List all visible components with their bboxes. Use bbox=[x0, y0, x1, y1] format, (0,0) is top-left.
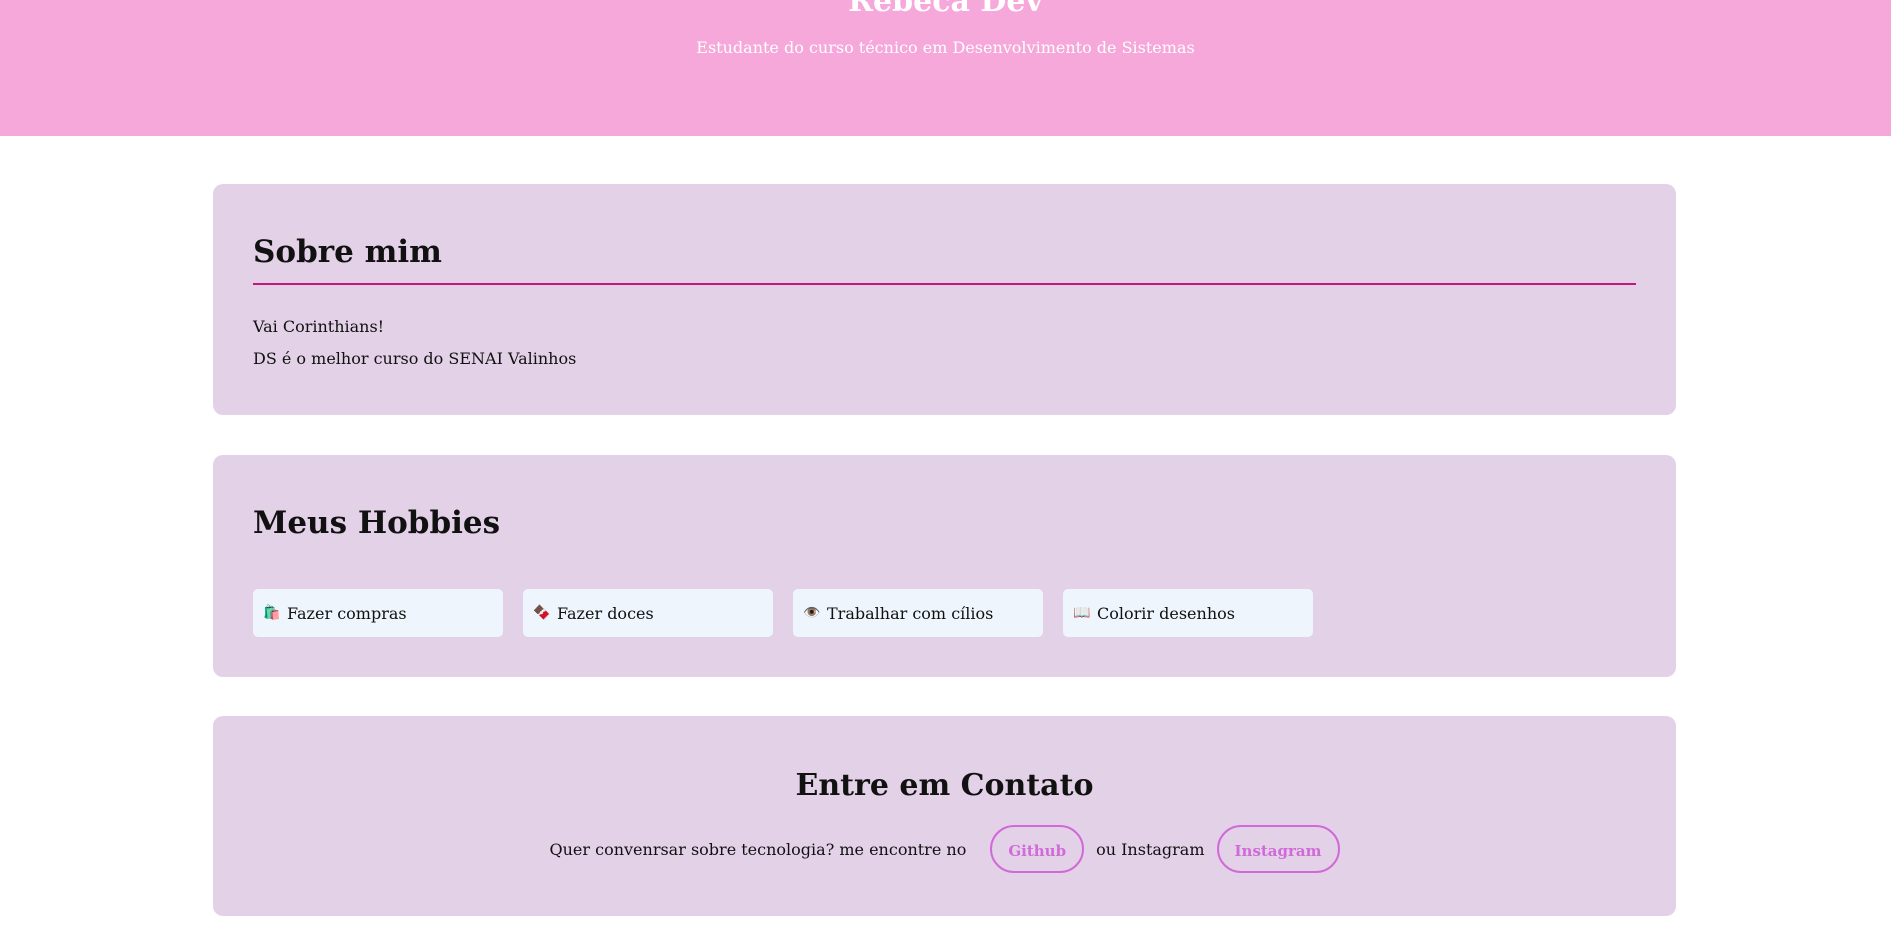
hobby-item: 📖 Colorir desenhos bbox=[1063, 589, 1313, 637]
about-divider bbox=[253, 283, 1636, 285]
chocolate-icon: 🍫 bbox=[533, 605, 551, 621]
shopping-bag-icon: 🛍️ bbox=[263, 605, 281, 621]
hobby-item: 👁️ Trabalhar com cílios bbox=[793, 589, 1043, 637]
contact-text-middle: ou Instagram bbox=[1096, 839, 1205, 859]
hobby-label: Fazer doces bbox=[557, 603, 654, 623]
hobby-label: Trabalhar com cílios bbox=[827, 603, 994, 623]
book-icon: 📖 bbox=[1073, 605, 1091, 621]
hobby-item: 🛍️ Fazer compras bbox=[253, 589, 503, 637]
hero-header: Rebeca Dev Estudante do curso técnico em… bbox=[0, 0, 1891, 136]
instagram-link[interactable]: Instagram bbox=[1216, 825, 1340, 873]
about-text-line: Vai Corinthians! bbox=[253, 317, 385, 336]
contact-text-before: Quer convenrsar sobre tecnologia? me enc… bbox=[549, 839, 967, 859]
hero-title: Rebeca Dev bbox=[848, 0, 1043, 19]
hobby-item: 🍫 Fazer doces bbox=[523, 589, 773, 637]
hobbies-title: Meus Hobbies bbox=[253, 505, 501, 541]
about-title: Sobre mim bbox=[253, 234, 442, 270]
contact-section: Entre em Contato Quer convenrsar sobre t… bbox=[213, 716, 1676, 916]
about-section: Sobre mim Vai Corinthians! DS é o melhor… bbox=[213, 184, 1676, 415]
hobby-label: Colorir desenhos bbox=[1097, 603, 1235, 623]
eye-icon: 👁️ bbox=[803, 605, 821, 621]
about-text-line: DS é o melhor curso do SENAI Valinhos bbox=[253, 349, 577, 368]
contact-line: Quer convenrsar sobre tecnologia? me enc… bbox=[213, 825, 1676, 873]
contact-title: Entre em Contato bbox=[795, 768, 1094, 803]
github-link[interactable]: Github bbox=[990, 825, 1085, 873]
hero-subtitle: Estudante do curso técnico em Desenvolvi… bbox=[696, 38, 1195, 57]
hobby-label: Fazer compras bbox=[287, 603, 407, 623]
hobbies-section: Meus Hobbies 🛍️ Fazer compras 🍫 Fazer do… bbox=[213, 455, 1676, 677]
